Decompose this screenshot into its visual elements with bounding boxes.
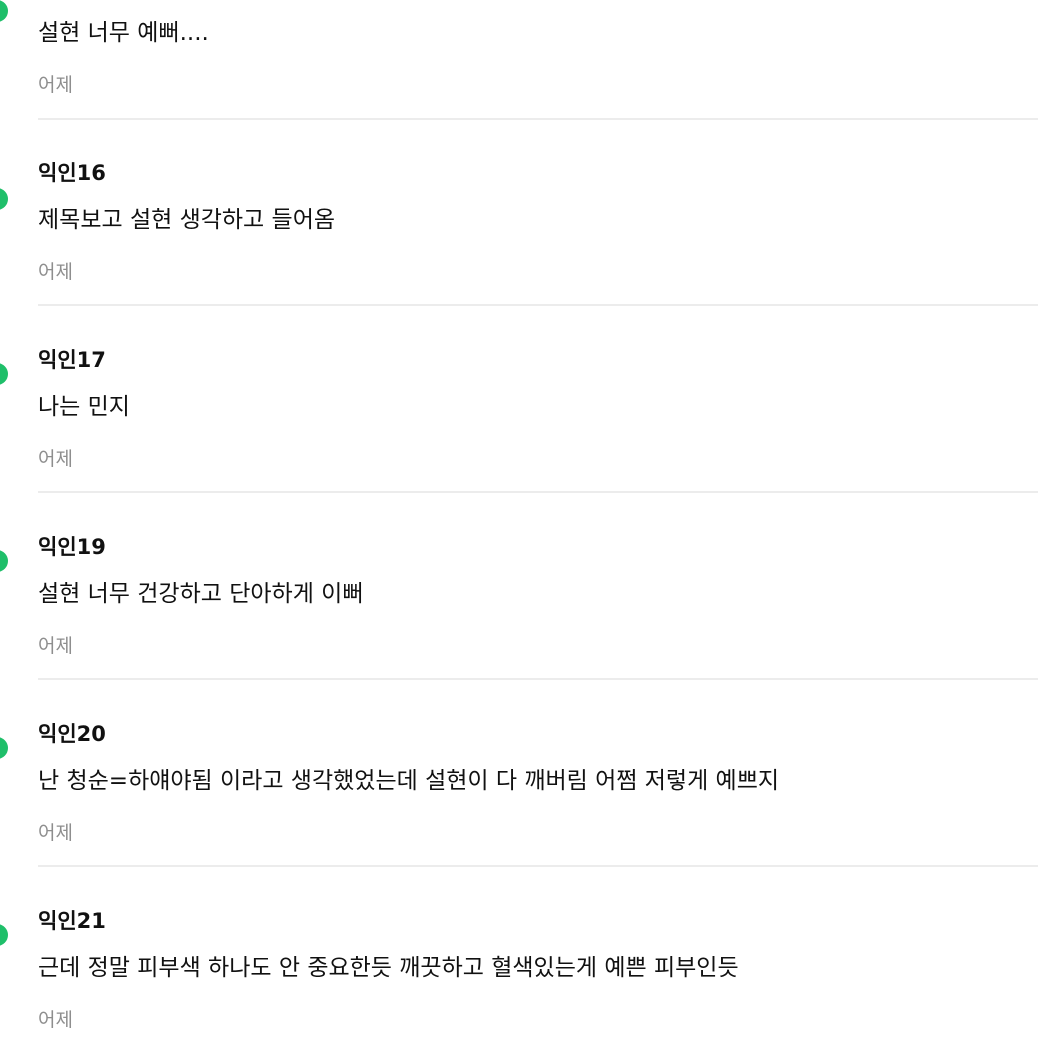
avatar[interactable] [0, 188, 8, 210]
comment-time: 어제 [38, 448, 73, 470]
comment-item: 익인20 난 청순=하얘야됨 이라고 생각했었는데 설현이 다 깨버림 어쩜 저… [0, 679, 1038, 867]
comment-author[interactable]: 익인20 [38, 721, 106, 747]
comment-time: 어제 [38, 74, 73, 96]
comment-text: 제목보고 설현 생각하고 들어옴 [38, 207, 336, 233]
comment-text: 근데 정말 피부색 하나도 안 중요한듯 깨끗하고 혈색있는게 예쁜 피부인듯 [38, 955, 739, 981]
comment-author[interactable]: 익인17 [38, 347, 106, 373]
comment-text: 나는 민지 [38, 394, 130, 420]
avatar[interactable] [0, 737, 8, 759]
comment-item: 설현 너무 예뻐.... 어제 [0, 0, 1038, 120]
comment-time: 어제 [38, 822, 73, 844]
avatar[interactable] [0, 550, 8, 572]
comment-time: 어제 [38, 261, 73, 283]
avatar[interactable] [0, 0, 8, 22]
avatar[interactable] [0, 363, 8, 385]
comment-author[interactable]: 익인19 [38, 534, 106, 560]
comment-text: 난 청순=하얘야됨 이라고 생각했었는데 설현이 다 깨버림 어쩜 저렇게 예쁘… [38, 768, 780, 794]
comment-text: 설현 너무 예뻐.... [38, 20, 209, 46]
comment-time: 어제 [38, 635, 73, 657]
comment-time: 어제 [38, 1009, 73, 1031]
avatar[interactable] [0, 924, 8, 946]
comment-list: 설현 너무 예뻐.... 어제 익인16 제목보고 설현 생각하고 들어옴 어제… [0, 0, 1038, 1048]
comment-item: 익인21 근데 정말 피부색 하나도 안 중요한듯 깨끗하고 혈색있는게 예쁜 … [0, 866, 1038, 1048]
comment-author[interactable]: 익인21 [38, 908, 106, 934]
comment-item: 익인17 나는 민지 어제 [0, 305, 1038, 493]
comment-author[interactable]: 익인16 [38, 160, 106, 186]
comment-item: 익인16 제목보고 설현 생각하고 들어옴 어제 [0, 118, 1038, 306]
comment-text: 설현 너무 건강하고 단아하게 이뻐 [38, 581, 364, 607]
comment-item: 익인19 설현 너무 건강하고 단아하게 이뻐 어제 [0, 492, 1038, 680]
